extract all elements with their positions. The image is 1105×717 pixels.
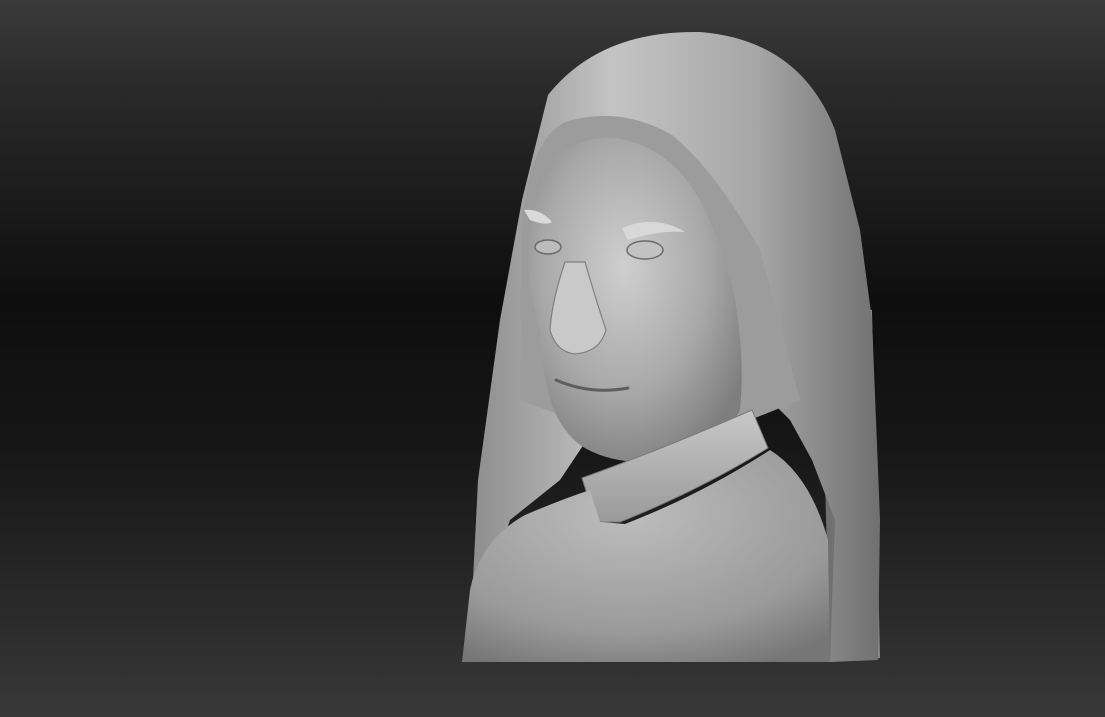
sculpt-viewport[interactable] — [0, 0, 1105, 717]
left-eye — [534, 239, 562, 255]
right-eye — [626, 240, 664, 260]
sculpted-bust-icon[interactable] — [0, 0, 1105, 717]
